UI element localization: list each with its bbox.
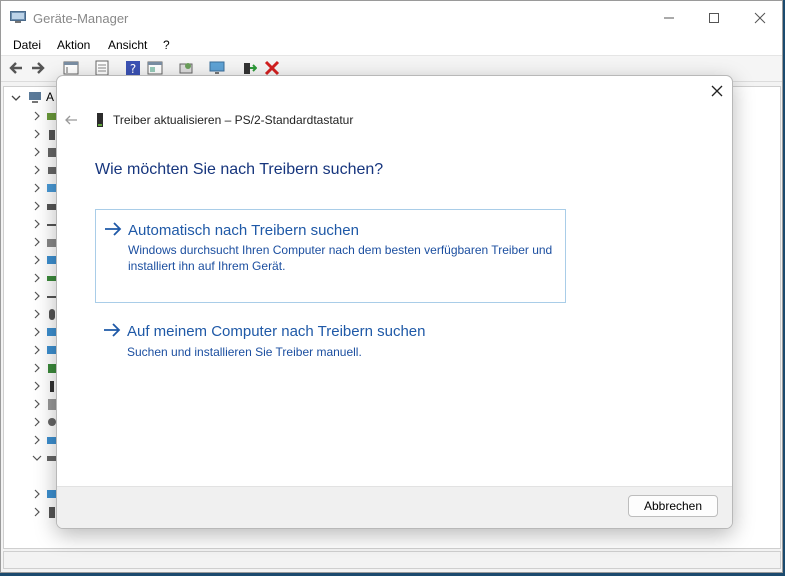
tree-row[interactable] [4,378,60,396]
dialog-heading: Wie möchten Sie nach Treibern suchen? [95,161,384,178]
uninstall-x-icon[interactable] [264,60,280,76]
tree-row[interactable] [4,198,60,216]
chevron-right-icon [34,309,40,319]
title-bar: Geräte-Manager [1,1,782,35]
tree-row[interactable] [4,396,60,414]
help-icon[interactable]: ? [125,60,141,76]
chevron-right-icon [34,345,40,355]
auto-search-option[interactable]: Automatisch nach Treibern suchen Windows… [95,209,566,303]
back-arrow-icon[interactable] [8,60,24,76]
chevron-right-icon [34,237,40,247]
tree-row[interactable] [4,432,60,450]
chevron-right-icon [34,273,40,283]
chevron-right-icon [34,111,40,121]
close-icon [711,85,723,97]
scan-hardware-icon[interactable] [178,60,194,76]
chevron-right-icon [34,327,40,337]
chevron-right-icon [34,381,40,391]
tree-row[interactable] [4,234,60,252]
computer-icon [29,92,41,103]
tree-row[interactable] [4,360,60,378]
chevron-right-icon [34,129,40,139]
tree-row-expanded[interactable] [4,450,60,468]
monitor-icon[interactable] [209,60,225,76]
keyboard-device-icon [97,113,103,127]
tree-row[interactable] [4,270,60,288]
back-arrow-icon[interactable] [63,112,79,128]
svg-text:?: ? [130,62,136,76]
option-description: Windows durchsucht Ihren Computer nach d… [128,243,553,257]
device-manager-icon [10,11,26,23]
tree-row[interactable] [4,486,60,504]
dialog-footer: Abbrechen [57,486,732,528]
tree-row[interactable] [4,324,60,342]
tree-row[interactable] [4,342,60,360]
chevron-right-icon [34,363,40,373]
chevron-right-icon [34,183,40,193]
tree-row[interactable] [4,216,60,234]
chevron-right-icon [34,147,40,157]
dialog-title: Treiber aktualisieren – PS/2-Standardtas… [113,113,354,127]
chevron-down-icon[interactable] [10,93,22,103]
chevron-right-icon [34,291,40,301]
option-description: installiert ihn auf Ihrem Gerät. [128,259,286,273]
chevron-right-icon [34,489,40,499]
minimize-button[interactable] [646,1,692,35]
tree-row[interactable] [4,180,60,198]
arrow-right-icon [105,222,122,236]
menu-aktion[interactable]: Aktion [57,38,90,52]
manual-search-option[interactable]: Auf meinem Computer nach Treibern suchen… [95,311,566,367]
menu-ansicht[interactable]: Ansicht [108,38,147,52]
view-icon[interactable] [147,60,163,76]
chevron-right-icon [34,435,40,445]
option-description: Suchen und installieren Sie Treiber manu… [127,345,362,359]
cancel-button[interactable]: Abbrechen [628,495,718,517]
tree-row[interactable] [4,306,60,324]
forward-arrow-icon[interactable] [30,60,46,76]
properties-icon[interactable] [94,60,110,76]
update-driver-dialog: Treiber aktualisieren – PS/2-Standardtas… [56,75,733,529]
chevron-right-icon [34,507,40,517]
maximize-button[interactable] [691,1,737,35]
tree-row[interactable] [4,144,60,162]
menu-help[interactable]: ? [163,38,170,52]
update-driver-icon[interactable] [241,60,257,76]
status-bar [3,551,781,569]
close-button[interactable] [737,1,783,35]
tree-root-label: A [46,90,55,104]
window-title: Geräte-Manager [33,11,129,26]
chevron-right-icon [34,219,40,229]
option-title: Automatisch nach Treibern suchen [128,222,359,239]
console-tree-icon[interactable] [63,60,79,76]
arrow-right-icon [104,323,121,337]
close-icon [754,12,766,24]
tree-row[interactable] [4,504,60,522]
chevron-down-icon [32,455,42,461]
minimize-icon [664,17,674,19]
chevron-right-icon [34,399,40,409]
chevron-right-icon [34,201,40,211]
dialog-close-button[interactable] [707,81,727,101]
tree-row[interactable] [4,108,60,126]
tree-row[interactable] [4,288,60,306]
tree-row[interactable] [4,414,60,432]
tree-row[interactable] [4,252,60,270]
tree-row[interactable] [4,126,60,144]
maximize-icon [709,13,719,23]
chevron-right-icon [34,255,40,265]
chevron-right-icon [34,165,40,175]
option-title: Auf meinem Computer nach Treibern suchen [127,323,426,340]
tree-row[interactable] [4,162,60,180]
chevron-right-icon [34,417,40,427]
menu-datei[interactable]: Datei [13,38,41,52]
menu-bar: Datei Aktion Ansicht ? [1,35,782,56]
